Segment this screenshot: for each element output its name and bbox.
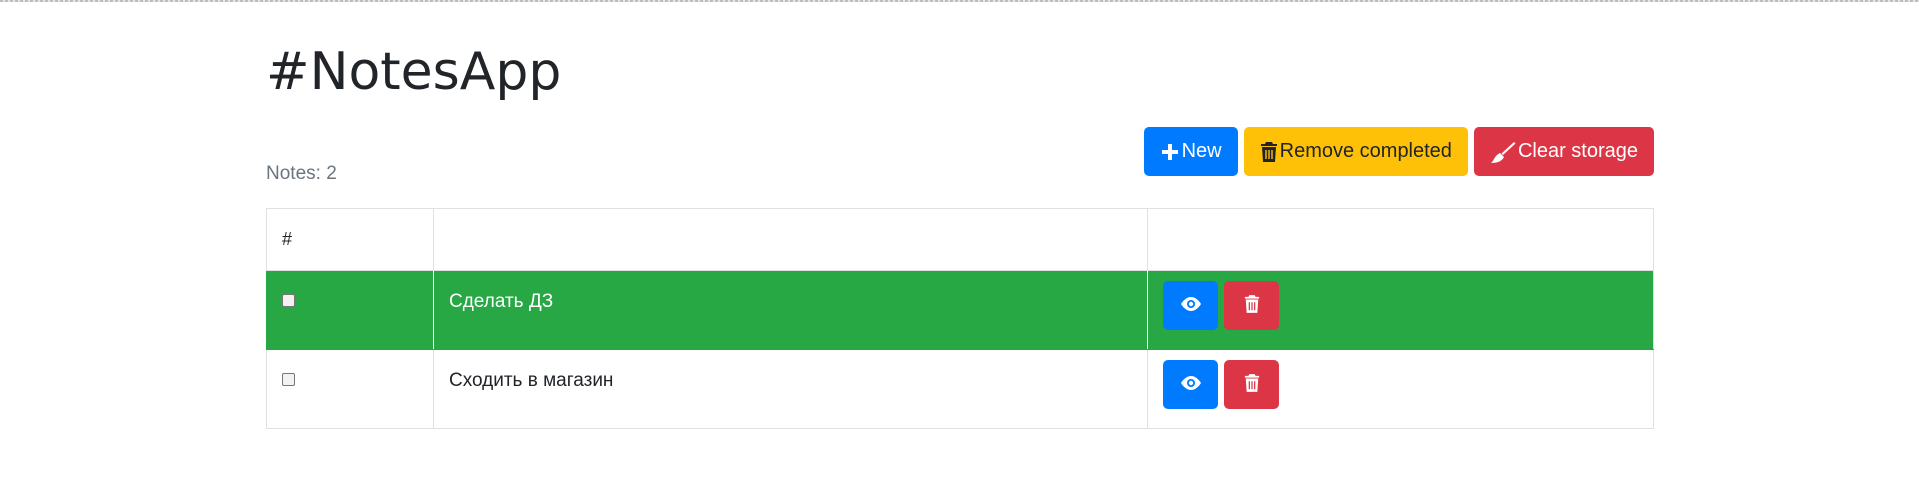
eye-icon	[1179, 375, 1203, 394]
eye-icon	[1179, 296, 1203, 315]
actions-cell	[1147, 349, 1654, 429]
actions-cell	[1147, 270, 1654, 350]
remove-completed-label: Remove completed	[1279, 140, 1452, 162]
plus-icon	[1160, 142, 1180, 162]
toolbar: New Remove completed Clear storage	[1143, 127, 1654, 176]
broom-icon	[1490, 141, 1516, 163]
complete-checkbox[interactable]	[282, 294, 295, 307]
trash-icon	[1244, 294, 1260, 317]
table-header-row: #	[266, 208, 1654, 271]
header-index: #	[266, 208, 434, 271]
trash-icon	[1244, 373, 1260, 396]
trash-icon	[1260, 141, 1278, 163]
header-title	[433, 208, 1148, 271]
new-note-label: New	[1181, 140, 1222, 162]
remove-completed-button[interactable]: Remove completed	[1243, 127, 1468, 176]
notes-table: # Сделать ДЗ Сходить в магазин	[266, 208, 1654, 429]
top-border	[0, 0, 1919, 2]
notes-counter: Notes: 2	[266, 163, 337, 184]
note-title: Сделать ДЗ	[433, 270, 1148, 350]
note-title: Сходить в магазин	[433, 349, 1148, 429]
complete-checkbox[interactable]	[282, 373, 295, 386]
checkbox-cell	[266, 270, 434, 350]
new-note-button[interactable]: New	[1143, 127, 1238, 176]
header-actions	[1147, 208, 1654, 271]
delete-note-button[interactable]	[1224, 360, 1279, 409]
delete-note-button[interactable]	[1224, 281, 1279, 330]
clear-storage-label: Clear storage	[1517, 140, 1638, 162]
clear-storage-button[interactable]: Clear storage	[1473, 127, 1654, 176]
view-note-button[interactable]	[1163, 360, 1218, 409]
page-title: #NotesApp	[266, 42, 562, 102]
table-row: Сходить в магазин	[266, 349, 1654, 429]
view-note-button[interactable]	[1163, 281, 1218, 330]
checkbox-cell	[266, 349, 434, 429]
table-row: Сделать ДЗ	[266, 270, 1654, 350]
